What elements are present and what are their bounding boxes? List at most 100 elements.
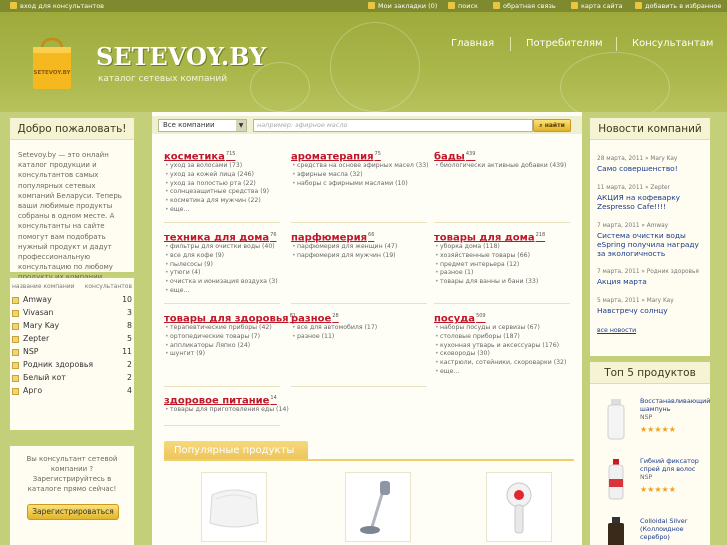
- top-bar: вход для консультантов Мои закладки (0) …: [0, 0, 727, 12]
- divider: [164, 425, 280, 426]
- search-link[interactable]: поиск: [448, 2, 478, 10]
- subcategory-link[interactable]: солнцезащитные средства (9): [164, 188, 269, 197]
- nav-home[interactable]: Главная: [451, 38, 494, 49]
- star-icon: [635, 2, 642, 9]
- subcategory-link[interactable]: парфюмерия для женщин (47): [291, 243, 397, 252]
- nav-consumers[interactable]: Потребителям: [526, 38, 603, 49]
- popular-product-card[interactable]: [201, 472, 267, 542]
- rating-stars: ★★★★★: [640, 485, 676, 494]
- subcategory-link[interactable]: кастрюли, сотейники, скороварки (32): [434, 359, 566, 368]
- company-item[interactable]: Zepter 5: [10, 334, 134, 347]
- category-title[interactable]: товары для здоровья81: [164, 313, 296, 324]
- news-item[interactable]: 7 марта, 2011 » Amway Система очистки во…: [597, 223, 707, 258]
- search-button[interactable]: ⌕ найти: [533, 119, 571, 132]
- category-title[interactable]: разное28: [291, 313, 377, 324]
- more-link[interactable]: еще...: [434, 368, 566, 377]
- divider: [291, 386, 427, 387]
- subcategory-link[interactable]: очистка и ионизация воздуха (3): [164, 278, 278, 287]
- category-title[interactable]: ароматерапия75: [291, 151, 429, 162]
- company-item[interactable]: Арго 4: [10, 386, 134, 399]
- subcategory-link[interactable]: утюги (4): [164, 269, 278, 278]
- divider: [291, 303, 427, 304]
- category-title[interactable]: парфюмерия66: [291, 232, 397, 243]
- company-bullet-icon: [12, 375, 19, 382]
- company-item[interactable]: Mary Kay 8: [10, 321, 134, 334]
- subcategory-link[interactable]: фильтры для очистки воды (40): [164, 243, 278, 252]
- subcategory-link[interactable]: средства на основе эфирных масел (33): [291, 162, 429, 171]
- subcategory-link[interactable]: парфюмерия для мужчин (19): [291, 252, 397, 261]
- subcategory-link[interactable]: уход за кожей лица (246): [164, 171, 269, 180]
- category-healthy-food: здоровое питание14 товары для приготовле…: [164, 395, 289, 415]
- subcategory-link[interactable]: разное (1): [434, 269, 545, 278]
- category-title[interactable]: здоровое питание14: [164, 395, 289, 406]
- subcategory-link[interactable]: товары для ванны и бани (33): [434, 278, 545, 287]
- feedback-link[interactable]: обратная связь: [493, 2, 556, 10]
- subcategory-link[interactable]: наборы посуды и сервизы (67): [434, 324, 566, 333]
- sitemap-link[interactable]: карта сайта: [571, 2, 622, 10]
- more-link[interactable]: еще...: [164, 287, 278, 296]
- company-item[interactable]: NSP 11: [10, 347, 134, 360]
- category-title[interactable]: косметика715: [164, 151, 269, 162]
- news-item[interactable]: 28 марта, 2011 » Mary Kay Само совершенс…: [597, 156, 707, 173]
- subcategory-link[interactable]: разное (11): [291, 333, 377, 342]
- popular-product-card[interactable]: [486, 472, 552, 542]
- colloidal-silver-bottle-image: [608, 517, 624, 545]
- subcategory-link[interactable]: все для автомобиля (17): [291, 324, 377, 333]
- company-bullet-icon: [12, 388, 19, 395]
- subcategory-link[interactable]: уборка дома (118): [434, 243, 545, 252]
- welcome-text: Setevoy.by — это онлайн каталог продукци…: [18, 151, 122, 281]
- category-title[interactable]: бады439: [434, 151, 566, 162]
- news-item[interactable]: 7 марта, 2011 » Родник здоровья Акция ма…: [597, 269, 707, 286]
- news-item[interactable]: 5 марта, 2011 » Mary Kay Навстречу солнц…: [597, 298, 707, 315]
- consultant-login-link[interactable]: вход для консультантов: [10, 2, 104, 10]
- divider: [291, 222, 427, 223]
- subcategory-link[interactable]: кухонная утварь и аксессуары (176): [434, 342, 566, 351]
- subcategory-link[interactable]: косметика для мужчин (22): [164, 197, 269, 206]
- category-title[interactable]: техника для дома76: [164, 232, 278, 243]
- nav-divider: [616, 37, 617, 51]
- popular-products-tab[interactable]: Популярные продукты: [164, 441, 308, 460]
- subcategory-link[interactable]: товары для приготовления еды (14): [164, 406, 289, 415]
- company-bullet-icon: [12, 349, 19, 356]
- company-item[interactable]: Белый кот 2: [10, 373, 134, 386]
- search-input[interactable]: например: эфирное масло: [253, 119, 533, 132]
- site-logo[interactable]: SETEVOY.BY: [96, 42, 266, 71]
- category-title[interactable]: товары для дома218: [434, 232, 545, 243]
- category-supplements: бады439 биологически активные добавки (4…: [434, 151, 566, 171]
- subcategory-link[interactable]: ортопедические товары (7): [164, 333, 296, 342]
- news-item[interactable]: 11 марта, 2011 » Zepter АКЦИЯ на кофевар…: [597, 185, 707, 211]
- subcategory-link[interactable]: уход за волосами (73): [164, 162, 269, 171]
- header: SETEVOY.BY SETEVOY.BY каталог сетевых ко…: [0, 12, 727, 122]
- bookmarks-link[interactable]: Мои закладки (0): [368, 2, 437, 10]
- subcategory-link[interactable]: эфирные масла (32): [291, 171, 429, 180]
- category-cookware: посуда509 наборы посуды и сервизы (67) с…: [434, 313, 566, 377]
- all-news-link[interactable]: все новости: [597, 327, 636, 334]
- subcategory-link[interactable]: наборы с эфирными маслами (10): [291, 180, 429, 189]
- subcategory-link[interactable]: биологически активные добавки (439): [434, 162, 566, 171]
- company-item[interactable]: Родник здоровья 2: [10, 360, 134, 373]
- subcategory-link[interactable]: шунгит (9): [164, 350, 296, 359]
- popular-product-card[interactable]: [345, 472, 411, 542]
- subcategory-link[interactable]: предмет интерьера (12): [434, 261, 545, 270]
- nav-consultants[interactable]: Консультантам: [632, 38, 713, 49]
- subcategory-link[interactable]: терапевтические приборы (42): [164, 324, 296, 333]
- subcategory-link[interactable]: сковороды (30): [434, 350, 566, 359]
- subcategory-link[interactable]: уход за полостью рта (22): [164, 180, 269, 189]
- vacuum-cleaner-image: [360, 480, 390, 534]
- subcategory-link[interactable]: хозяйственные товары (66): [434, 252, 545, 261]
- subcategory-link[interactable]: пылесосы (9): [164, 261, 278, 270]
- category-perfumery: парфюмерия66 парфюмерия для женщин (47) …: [291, 232, 397, 261]
- subcategory-link[interactable]: аппликаторы Ляпко (24): [164, 342, 296, 351]
- add-favorite-link[interactable]: добавить в избранное: [635, 2, 721, 10]
- bookmark-icon: [368, 2, 375, 9]
- category-title[interactable]: посуда509: [434, 313, 566, 324]
- subcategory-link[interactable]: все для кофе (9): [164, 252, 278, 261]
- more-link[interactable]: еще...: [164, 206, 269, 215]
- company-item[interactable]: Vivasan 3: [10, 308, 134, 321]
- subcategory-link[interactable]: столовые приборы (187): [434, 333, 566, 342]
- register-button[interactable]: Зарегистрироваться: [27, 504, 119, 520]
- register-text: Вы консультант сетевой компании ? Зареги…: [26, 455, 118, 493]
- company-item[interactable]: Amway 10: [10, 295, 134, 308]
- company-select[interactable]: Все компании ▼: [158, 119, 247, 132]
- shopping-bag-logo-icon[interactable]: SETEVOY.BY: [28, 30, 76, 90]
